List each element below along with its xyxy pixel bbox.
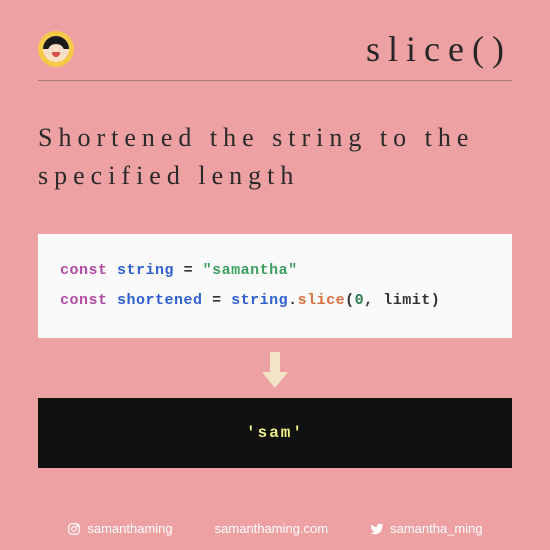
equals: = (212, 292, 222, 309)
avatar (38, 31, 74, 67)
header: slice() (38, 28, 512, 81)
arg-limit: limit (383, 292, 431, 309)
footer-twitter: samantha_ming (370, 521, 483, 536)
comma: , (364, 292, 374, 309)
keyword-const: const (60, 262, 108, 279)
variable-ref: string (231, 292, 288, 309)
footer-website: samanthaming.com (215, 521, 328, 536)
page-title: slice() (366, 28, 512, 70)
result-text: 'sam' (246, 424, 304, 442)
subtitle: Shortened the string to the specified le… (38, 119, 512, 194)
keyword-const: const (60, 292, 108, 309)
paren-close: ) (431, 292, 441, 309)
instagram-icon (67, 522, 81, 536)
variable-shortened: shortened (117, 292, 203, 309)
string-literal: "samantha" (203, 262, 298, 279)
equals: = (184, 262, 194, 279)
function-slice: slice (298, 292, 346, 309)
code-line-1: const string = "samantha" (60, 256, 490, 286)
arg-zero: 0 (355, 292, 365, 309)
website-url: samanthaming.com (215, 521, 328, 536)
twitter-handle: samantha_ming (390, 521, 483, 536)
footer-instagram: samanthaming (67, 521, 172, 536)
code-block: const string = "samantha" const shortene… (38, 234, 512, 338)
dot: . (288, 292, 298, 309)
variable-string: string (117, 262, 174, 279)
footer: samanthaming samanthaming.com samantha_m… (0, 521, 550, 536)
code-line-2: const shortened = string.slice(0, limit) (60, 286, 490, 316)
result-block: 'sam' (38, 398, 512, 468)
twitter-icon (370, 522, 384, 536)
instagram-handle: samanthaming (87, 521, 172, 536)
paren-open: ( (345, 292, 355, 309)
arrow-down-icon (38, 350, 512, 390)
